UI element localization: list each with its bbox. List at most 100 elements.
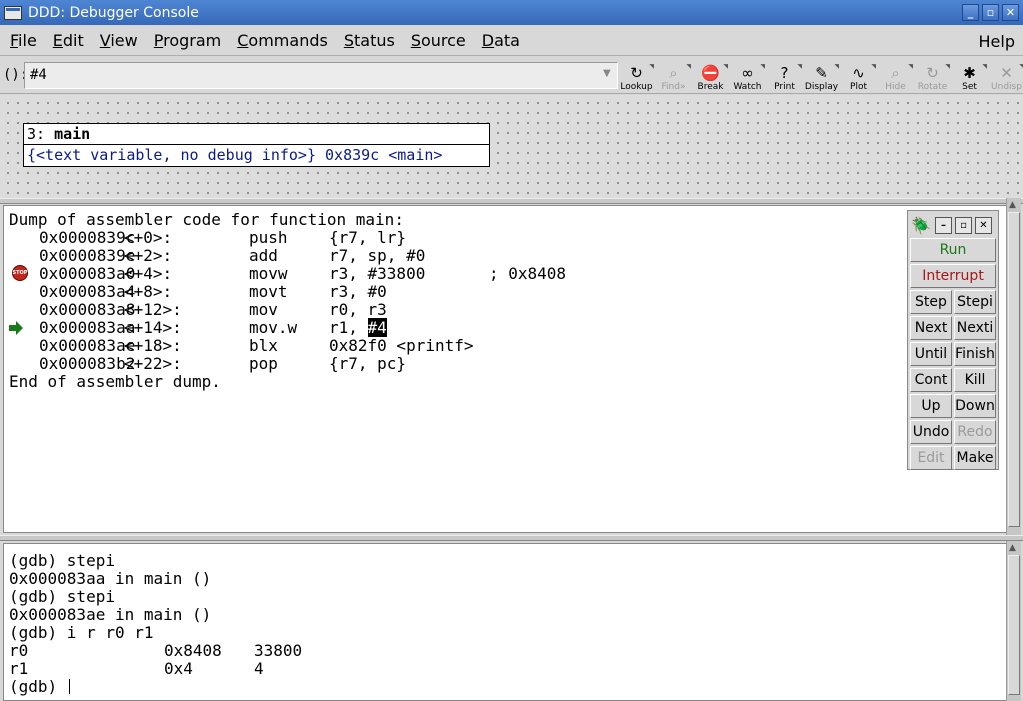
up-button[interactable]: Up [910,394,952,418]
panel-splitter[interactable] [0,198,1023,204]
asm-line[interactable]: 0x000083b2 <+22>: pop {r7, pc} [9,355,889,373]
data-node-header: 3: main [24,124,489,145]
console-line: (gdb) i r r0 r1 [9,624,409,642]
stepi-button[interactable]: Stepi [954,290,996,314]
tool-watch[interactable]: ∞ Watch ◥ [729,60,766,92]
command-tool-titlebar[interactable]: 🪲 – ▫ ✕ [910,213,996,237]
tool-submenu-icon: ◥ [797,63,802,70]
command-tool-maximize-icon[interactable]: ▫ [955,216,972,234]
tool-submenu-icon: ◥ [723,63,728,70]
menubar: File Edit View Program Commands Status S… [0,26,1023,56]
machine-code-window[interactable]: Dump of assembler code for function main… [3,205,1006,533]
console-scrollbar[interactable]: ▲ [1006,541,1021,701]
asm-line[interactable]: 0x000083a0 <+4>: movw r3, #33800 ; 0x8408 [9,265,889,283]
console-splitter[interactable] [0,535,1023,541]
run-button[interactable]: Run [910,238,996,262]
tool-display[interactable]: ✎ Display ◥ [803,60,840,92]
menu-file[interactable]: File [2,31,45,50]
until-button[interactable]: Until [910,342,952,366]
kill-button[interactable]: Kill [954,368,996,392]
asm-offset: <+4>: [124,264,173,283]
scrollbar-thumb[interactable] [1008,555,1020,695]
menu-help[interactable]: Help [979,32,1015,51]
command-tool-minimize-icon[interactable]: – [935,216,952,234]
asm-address: 0x000083a0 [39,264,136,283]
asm-opcode: blx [249,336,278,355]
menu-data[interactable]: Data [474,31,528,50]
tool-print[interactable]: ? Print ◥ [766,60,803,92]
step-button[interactable]: Step [910,290,952,314]
tool-break[interactable]: ⛔ Break ◥ [692,60,729,92]
selected-operand[interactable]: #4 [367,318,387,337]
tool-undisp[interactable]: ✕ Undisp ◥ [988,60,1023,92]
console-line: (gdb) [9,678,409,696]
tool-submenu-icon: ◥ [760,63,765,70]
asm-address: 0x000083a8 [39,300,136,319]
execution-position-arrow-icon [8,320,24,336]
redo-button[interactable]: Redo [954,420,996,444]
cont-button[interactable]: Cont [910,368,952,392]
gdb-console[interactable]: (gdb) stepi 0x000083aa in main () (gdb) st… [3,543,1006,701]
make-button[interactable]: Make [954,446,996,470]
asm-line[interactable]: 0x000083aa <+14>: mov.w r1, #4 [9,318,889,337]
tool-submenu-icon: ◥ [945,63,950,70]
tool-label: Display [804,82,839,92]
maximize-button[interactable]: ▫ [982,4,999,21]
asm-line[interactable]: 0x000083a4 <+8>: movt r3, #0 [9,283,889,301]
minimize-button[interactable]: _ [962,4,979,21]
close-button[interactable]: ✕ [1002,4,1019,21]
down-button[interactable]: Down [954,394,996,418]
argument-input[interactable]: #4 [24,62,618,89]
data-display-node[interactable]: 3: main {<text variable, no debug info>}… [23,123,490,167]
menu-edit[interactable]: Edit [45,31,92,50]
asm-operands: r7, sp, #0 [329,246,426,265]
asm-header: Dump of assembler code for function main… [9,210,404,229]
tool-lookup[interactable]: ↻ Lookup ◥ [618,60,655,92]
window-titlebar[interactable]: DDD: Debugger Console _ ▫ ✕ [0,0,1023,25]
tool-rotate[interactable]: ↻ Rotate ◥ [914,60,951,92]
asm-comment: ; 0x8408 [489,264,567,283]
asm-address: 0x000083ae [39,336,136,355]
nexti-button[interactable]: Nexti [954,316,996,340]
asm-line[interactable]: 0x0000839e <+2>: add r7, sp, #0 [9,247,889,265]
machine-code-scrollbar[interactable]: ▲ [1006,198,1021,535]
display-icon: ✎ [815,64,828,82]
toolbar: (): #4 ▼ ↻ Lookup ◥ ⌕ Find» ◥ ⛔ Break ◥ ∞ Watch ◥? P… [0,58,1023,94]
asm-opcode: movw [249,264,288,283]
interrupt-button[interactable]: Interrupt [910,264,996,288]
finish-button[interactable]: Finish [954,342,996,366]
asm-offset: <+0>: [124,228,173,247]
command-tool-close-icon[interactable]: ✕ [975,216,992,234]
menu-program[interactable]: Program [146,31,230,50]
tool-label: Print [774,82,795,92]
asm-opcode: push [249,228,288,247]
tool-submenu-icon: ◥ [834,63,839,70]
asm-line[interactable]: 0x0000839c <+0>: push {r7, lr} [9,229,889,247]
tool-label: Break [697,82,724,92]
asm-line[interactable]: 0x000083a8 <+12>: mov r0, r3 [9,301,889,319]
tool-submenu-icon: ◥ [686,63,691,70]
asm-address: 0x000083aa [39,318,136,337]
menu-source[interactable]: Source [403,31,474,50]
tool-plot[interactable]: ∿ Plot ◥ [840,60,877,92]
tool-find[interactable]: ⌕ Find» ◥ [655,60,692,92]
menu-status[interactable]: Status [336,31,403,50]
tool-set[interactable]: ✱ Set ◥ [951,60,988,92]
register-natural-value: 33800 [254,641,303,660]
next-button[interactable]: Next [910,316,952,340]
argument-history-dropdown-icon[interactable]: ▼ [603,68,615,82]
data-display-panel[interactable]: 3: main {<text variable, no debug info>}… [0,95,1023,198]
menu-commands[interactable]: Commands [229,31,336,50]
bug-icon: 🪲 [911,215,931,235]
asm-line[interactable]: 0x000083ae <+18>: blx 0x82f0 <printf> [9,337,889,355]
asm-offset: <+2>: [124,246,173,265]
asm-offset: <+14>: [124,318,182,337]
asm-address: 0x0000839c [39,228,136,247]
menu-view[interactable]: View [92,31,146,50]
undo-button[interactable]: Undo [910,420,952,444]
console-text: (gdb) [9,677,67,696]
scrollbar-thumb[interactable] [1008,212,1020,527]
edit-button[interactable]: Edit [910,446,952,470]
tool-hide[interactable]: ⌕ Hide ◥ [877,60,914,92]
breakpoint-stop-icon[interactable]: STOP [12,265,28,281]
